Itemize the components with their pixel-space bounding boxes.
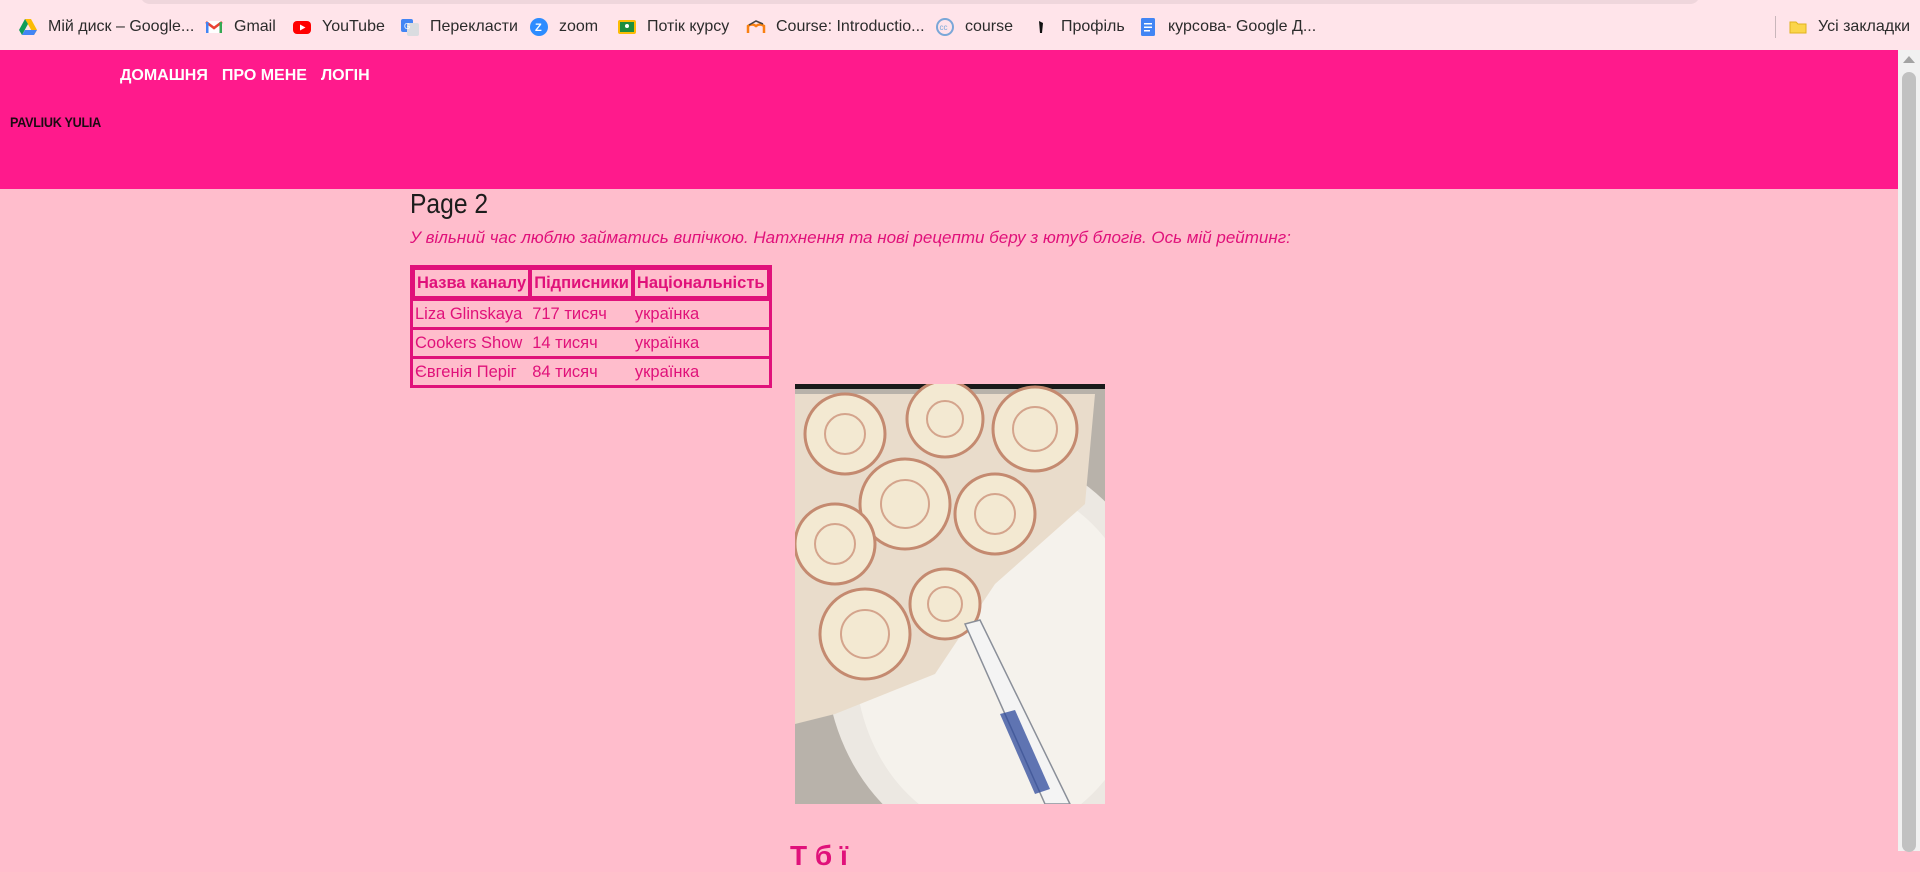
bookmarks-separator	[1775, 16, 1776, 38]
table-row: Liza Glinskaya 717 тисяч українка	[413, 298, 769, 327]
svg-text:cc: cc	[940, 23, 948, 32]
table-header-cell: Національність	[632, 268, 769, 298]
intro-text: У вільний час люблю займатись випічкою. …	[410, 228, 1291, 247]
bookmark-profile[interactable]: Профіль	[1031, 15, 1125, 39]
table-header-cell: Назва каналу	[413, 268, 531, 298]
moodle-icon	[746, 17, 766, 37]
table-cell: 717 тисяч	[530, 298, 633, 327]
address-bar-edge	[140, 0, 1700, 4]
vertical-scrollbar[interactable]	[1898, 50, 1920, 852]
google-docs-icon	[1138, 17, 1158, 37]
scroll-up-arrow-icon[interactable]	[1903, 56, 1915, 63]
table-cell: Cookers Show	[413, 327, 531, 356]
bookmark-gmail[interactable]: Gmail	[204, 15, 276, 39]
table-cell: українка	[632, 327, 769, 356]
nav-about-link[interactable]: ПРО МЕНЕ	[222, 67, 307, 85]
bookmark-course-intro[interactable]: Course: Introductio...	[746, 15, 925, 39]
gmail-icon	[204, 17, 224, 37]
scrollbar-thumb[interactable]	[1902, 72, 1916, 852]
channels-table: Назва каналу Підписники Національність L…	[410, 265, 772, 388]
bookmark-zoom[interactable]: Z zoom	[529, 15, 598, 39]
page-title: Page 2	[410, 188, 489, 219]
site-brand: PAVLIUK YULIA	[10, 114, 101, 130]
next-section-heading: Т б ї	[790, 840, 848, 871]
nav-home-link[interactable]: ДОМАШНЯ	[120, 67, 208, 85]
table-cell: Євгенія Періг	[413, 356, 531, 385]
table-cell: Liza Glinskaya	[413, 298, 531, 327]
table-row: Євгенія Періг 84 тисяч українка	[413, 356, 769, 385]
svg-text:G: G	[404, 22, 410, 31]
youtube-icon	[292, 17, 312, 37]
table-cell: українка	[632, 298, 769, 327]
nav-login-link[interactable]: ЛОГІН	[321, 67, 370, 85]
bookmarks-bar: Мій диск – Google... Gmail YouTube G Пер…	[0, 0, 1920, 51]
table-row: Cookers Show 14 тисяч українка	[413, 327, 769, 356]
translate-icon: G	[400, 17, 420, 37]
classroom-icon	[617, 17, 637, 37]
folder-icon	[1788, 17, 1808, 37]
table-cell: 84 тисяч	[530, 356, 633, 385]
table-header-cell: Підписники	[530, 268, 633, 298]
google-drive-icon	[18, 17, 38, 37]
zoom-icon: Z	[529, 17, 549, 37]
bookmark-translate[interactable]: G Перекласти	[400, 15, 518, 39]
table-cell: українка	[632, 356, 769, 385]
bookmark-course[interactable]: cc course	[935, 15, 1013, 39]
svg-text:Z: Z	[535, 22, 542, 34]
table-header-row: Назва каналу Підписники Національність	[413, 268, 769, 298]
table-cell: 14 тисяч	[530, 327, 633, 356]
profile-icon	[1031, 17, 1051, 37]
all-bookmarks-button[interactable]: Усі закладки	[1788, 15, 1910, 39]
course-icon: cc	[935, 17, 955, 37]
bookmark-youtube[interactable]: YouTube	[292, 15, 385, 39]
bookmark-course-stream[interactable]: Потік курсу	[617, 15, 729, 39]
cinnamon-rolls-photo	[795, 384, 1105, 804]
main-nav: ДОМАШНЯ ПРО МЕНЕ ЛОГІН	[120, 67, 384, 85]
bookmark-coursework-doc[interactable]: курсова- Google Д...	[1138, 15, 1316, 39]
bookmark-google-drive[interactable]: Мій диск – Google...	[18, 15, 194, 39]
